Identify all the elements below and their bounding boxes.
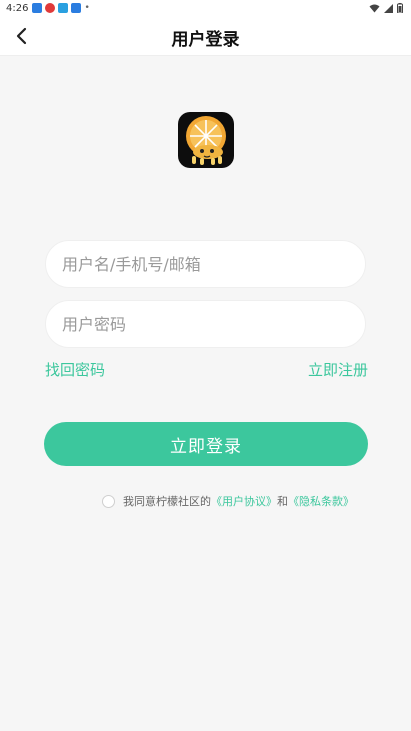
vpn-key-icon [32, 3, 43, 13]
password-input[interactable] [46, 301, 365, 347]
wifi-icon [369, 4, 380, 12]
status-bar: 4:26 • [0, 0, 411, 16]
agreement-checkbox[interactable] [102, 494, 115, 508]
status-time: 4:26 [6, 2, 29, 14]
username-field[interactable] [45, 240, 366, 288]
header-bar: 用户登录 [0, 16, 411, 56]
shield-icon [71, 3, 82, 13]
page-title: 用户登录 [171, 30, 240, 50]
register-link[interactable]: 立即注册 [308, 359, 368, 380]
agreement-row: 我同意柠檬社区的 《用户协议》 和 《隐私条款》 [102, 493, 354, 509]
status-dot: • [84, 3, 90, 13]
battery-icon [397, 3, 403, 13]
privacy-policy-link[interactable]: 《隐私条款》 [288, 493, 354, 509]
status-right [369, 3, 403, 13]
cloud-icon [58, 3, 69, 13]
agreement-and: 和 [277, 495, 288, 508]
app-logo [178, 112, 234, 168]
user-agreement-link[interactable]: 《用户协议》 [211, 493, 277, 509]
username-input[interactable] [46, 241, 365, 287]
agreement-prefix: 我同意柠檬社区的 [123, 495, 211, 508]
login-button[interactable]: 立即登录 [44, 422, 368, 466]
password-field[interactable] [45, 300, 366, 348]
signal-icon [384, 3, 393, 13]
forgot-password-link[interactable]: 找回密码 [45, 359, 105, 380]
orange-slice-mascot-icon [186, 116, 226, 165]
news-app-icon [45, 3, 56, 13]
